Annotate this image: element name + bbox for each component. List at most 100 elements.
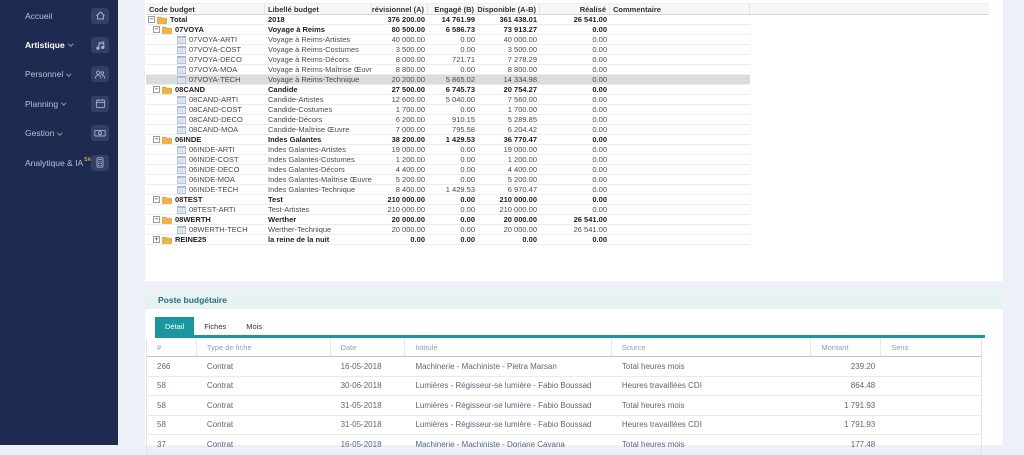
- budget-row[interactable]: 08TEST-ARTITest-Artistes210 000.000.0021…: [146, 205, 750, 215]
- sheet-icon: [177, 146, 186, 154]
- code-label: 08WERTH: [175, 215, 211, 224]
- poste-row[interactable]: 266Contrat16-05-2018Machinerie - Machini…: [147, 357, 981, 377]
- sidebar-item-text: Artistique: [25, 40, 65, 50]
- sidebar-icon-artistique-button[interactable]: [91, 37, 109, 53]
- collapse-toggle[interactable]: −: [153, 196, 160, 203]
- folder-icon: [157, 16, 167, 24]
- budget-row[interactable]: 08CAND-DECOCandide-Décors6 200.00910.155…: [146, 115, 750, 125]
- sheet-icon: [177, 116, 186, 124]
- budget-row[interactable]: −06INDEIndes Galantes38 200.001 429.5336…: [146, 135, 750, 145]
- column-header-6[interactable]: Réalisé: [540, 4, 610, 14]
- budget-row[interactable]: −08TESTTest210 000.000.00210 000.000.00: [146, 195, 750, 205]
- budget-row[interactable]: 08CAND-COSTCandide-Costumes1 700.000.001…: [146, 105, 750, 115]
- code-label: 08CAND-MOA: [189, 125, 238, 134]
- sheet-icon: [177, 46, 186, 54]
- poste-column-header-2[interactable]: Type de fiche: [197, 338, 331, 356]
- budget-row[interactable]: 07VOYA-TECHVoyage à Reims-Technique20 20…: [146, 75, 750, 85]
- code-cell: 06INDE-COST: [146, 155, 265, 164]
- budget-row[interactable]: 06INDE-ARTIIndes Galantes-Artistes19 000…: [146, 145, 750, 155]
- chevron-down-icon: [68, 42, 73, 47]
- budget-table-body: −Total2018376 200.0014 761.99361 438.012…: [146, 15, 989, 245]
- tab-fiches[interactable]: Fiches: [194, 317, 236, 335]
- sidebar-icon-gestion-button[interactable]: [91, 125, 109, 141]
- column-header-1[interactable]: Code budget: [146, 4, 265, 14]
- sidebar-item-planning[interactable]: Planning: [0, 89, 118, 118]
- column-header-4[interactable]: Engagé (B): [428, 4, 478, 14]
- budget-row[interactable]: 06INDE-MOAIndes Galantes-Maîtrise Œuvre5…: [146, 175, 750, 185]
- budget-row[interactable]: 06INDE-COSTIndes Galantes-Costumes1 200.…: [146, 155, 750, 165]
- collapse-toggle[interactable]: −: [148, 16, 155, 23]
- poste-row[interactable]: 58Contrat31-05-2018Lumières - Régisseur-…: [147, 416, 981, 436]
- previsionnel-cell: 7 000.00: [372, 125, 428, 134]
- budget-row[interactable]: 07VOYA-MOAVoyage à Reims-Maîtrise Œuvre8…: [146, 65, 750, 75]
- expand-toggle[interactable]: +: [153, 236, 160, 243]
- engage-cell: 6 745.73: [428, 85, 478, 94]
- poste-row[interactable]: 58Contrat30-06-2018Lumières - Régisseur-…: [147, 377, 981, 397]
- budget-row[interactable]: 06INDE-TECHIndes Galantes-Technique8 400…: [146, 185, 750, 195]
- folder-icon: [162, 86, 172, 94]
- collapse-toggle[interactable]: −: [153, 136, 160, 143]
- poste-column-header-4[interactable]: Intitulé: [405, 338, 611, 356]
- collapse-toggle[interactable]: −: [153, 26, 160, 33]
- commentaire-cell: [610, 175, 750, 184]
- header-filler: [750, 4, 989, 14]
- budget-row[interactable]: 08WERTH-TECHWerther-Technique20 000.000.…: [146, 225, 750, 235]
- realise-cell: 0.00: [540, 95, 610, 104]
- collapse-toggle[interactable]: −: [153, 216, 160, 223]
- collapse-toggle[interactable]: −: [153, 86, 160, 93]
- disponible-cell: 20 000.00: [478, 225, 540, 234]
- budget-row[interactable]: 08CAND-ARTICandide-Artistes12 600.005 04…: [146, 95, 750, 105]
- engage-cell: 0.00: [428, 155, 478, 164]
- num-cell: 58: [147, 377, 197, 396]
- libelle-cell: Candide-Décors: [265, 115, 372, 124]
- poste-column-header-6[interactable]: Montant: [811, 338, 881, 356]
- chevron-down-icon: [67, 71, 72, 76]
- budget-row[interactable]: 08CAND-MOA Candide-Maîtrise Œuvre7 000.00…: [146, 125, 750, 135]
- sidebar-icon-personnel-button[interactable]: [91, 66, 109, 82]
- code-label: 08CAND-COST: [189, 105, 242, 114]
- poste-column-header-3[interactable]: Date: [331, 338, 406, 356]
- budget-row[interactable]: +REINE25la reine de la nuit0.000.000.000…: [146, 235, 750, 245]
- sidebar-item-personnel[interactable]: Personnel: [0, 60, 118, 89]
- sidebar-item-text: Gestion: [25, 128, 54, 138]
- app-root: { "colors": { "teal_accent": "#1a96a1", …: [0, 0, 1024, 445]
- libelle-cell: Candide-Maîtrise Œuvre: [265, 125, 372, 134]
- sheet-icon: [177, 176, 186, 184]
- budget-row[interactable]: −07VOYAVoyage à Reims80 500.006 586.7373…: [146, 25, 750, 35]
- budget-row[interactable]: 07VOYA-ARTIVoyage à Reims-Artistes40 000…: [146, 35, 750, 45]
- tab-détail[interactable]: Détail: [155, 317, 194, 335]
- sidebar-icon-analytique-ia-button[interactable]: [91, 155, 109, 171]
- sidebar-item-gestion[interactable]: Gestion: [0, 119, 118, 148]
- sidebar-icon-accueil-button[interactable]: [91, 8, 109, 24]
- column-header-3[interactable]: Prévisionnel (A): [372, 4, 428, 14]
- budget-row[interactable]: 06INDE-DECOIndes Galantes-Décors4 400.00…: [146, 165, 750, 175]
- libelle-cell: Indes Galantes-Costumes: [265, 155, 372, 164]
- budget-row[interactable]: 07VOYA-DECOVoyage à Reims-Décors8 000.00…: [146, 55, 750, 65]
- previsionnel-cell: 19 000.00: [372, 145, 428, 154]
- code-label: 06INDE-MOA: [189, 175, 235, 184]
- poste-column-header-5[interactable]: Source: [612, 338, 811, 356]
- commentaire-cell: [610, 75, 750, 84]
- disponible-cell: 210 000.00: [478, 205, 540, 214]
- sidebar-icon-planning-button[interactable]: [91, 96, 109, 112]
- budget-row[interactable]: −Total2018376 200.0014 761.99361 438.012…: [146, 15, 750, 25]
- libelle-cell: Test-Artistes: [265, 205, 372, 214]
- poste-row[interactable]: 58Contrat31-05-2018Lumières - Régisseur-…: [147, 396, 981, 416]
- commentaire-cell: [610, 85, 750, 94]
- sidebar-item-text: Planning: [25, 99, 58, 109]
- code-label: 06INDE-ARTI: [189, 145, 235, 154]
- sidebar-item-accueil[interactable]: Accueil: [0, 1, 118, 30]
- tab-mois[interactable]: Mois: [236, 317, 272, 335]
- budget-row[interactable]: 07VOYA-COSTVoyage à Reims-Costumes3 500.…: [146, 45, 750, 55]
- sidebar-item-artistique[interactable]: Artistique: [0, 30, 118, 59]
- engage-cell: 0.00: [428, 105, 478, 114]
- budget-row[interactable]: −08WERTHWerther20 000.000.0020 000.0026 …: [146, 215, 750, 225]
- column-header-2[interactable]: Libellé budget: [265, 4, 372, 14]
- budget-row[interactable]: −08CANDCandide27 500.006 745.7320 754.27…: [146, 85, 750, 95]
- column-header-7[interactable]: Commentaire: [610, 4, 750, 14]
- poste-column-header-1[interactable]: #: [147, 338, 197, 356]
- sidebar-item-analytique-ia[interactable]: Analytique & IASA: [0, 148, 118, 177]
- realise-cell: 0.00: [540, 235, 610, 244]
- column-header-5[interactable]: Disponible (A-B): [478, 4, 540, 14]
- poste-column-header-7[interactable]: Sens: [881, 338, 981, 356]
